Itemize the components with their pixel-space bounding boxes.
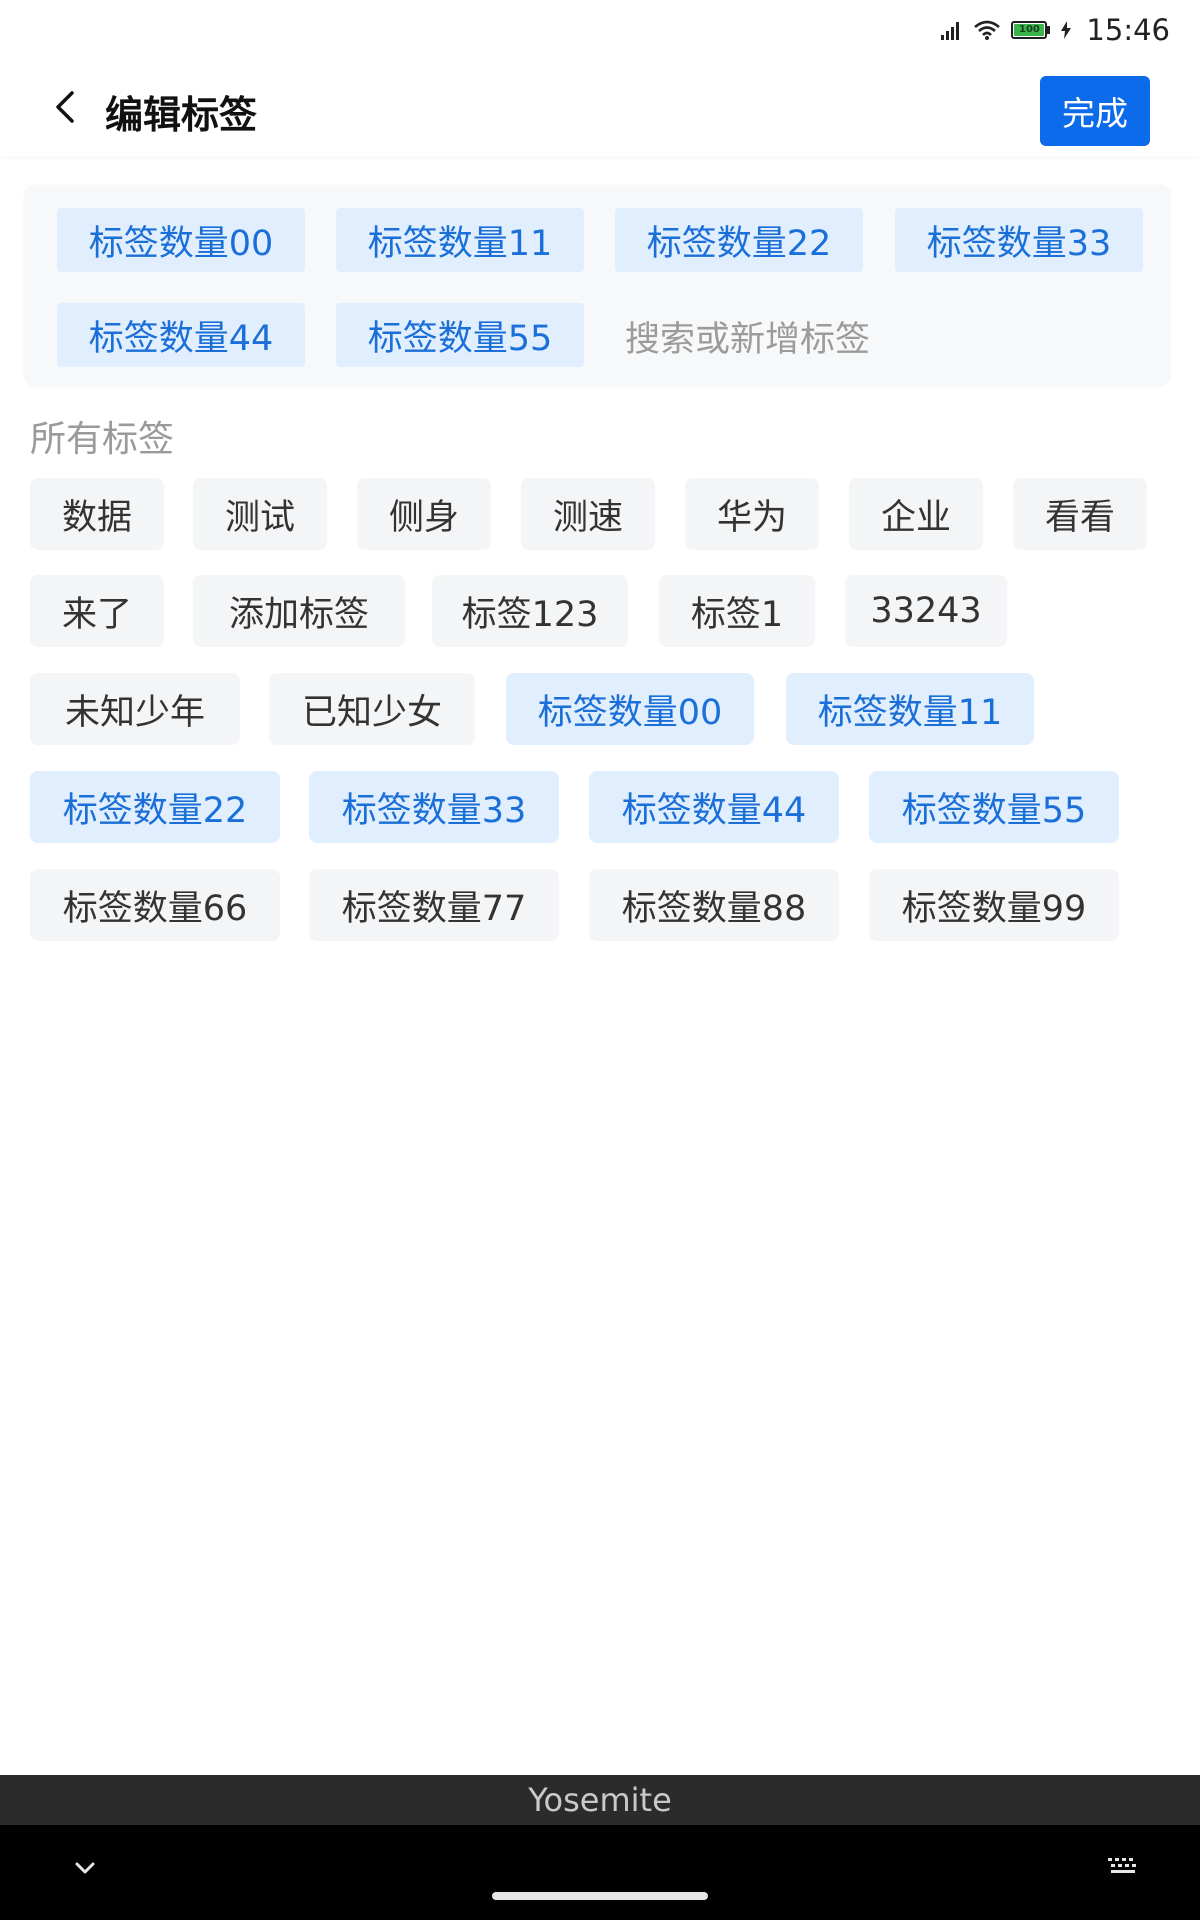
section-label-all-tags: 所有标签: [30, 419, 175, 460]
battery-level: 100: [1014, 24, 1045, 36]
tag-item[interactable]: 企业: [849, 478, 983, 550]
battery-icon: 100: [1011, 21, 1051, 39]
tag-item[interactable]: 标签1: [659, 575, 815, 647]
tag-item[interactable]: 已知少女: [269, 673, 475, 745]
status-bar: 100 15:46: [0, 0, 1200, 58]
status-icons: 100 15:46: [939, 10, 1170, 50]
signal-icon: [941, 22, 960, 40]
selected-tag[interactable]: 标签数量22: [615, 208, 863, 272]
tag-item[interactable]: 标签数量33: [309, 771, 559, 843]
tag-item[interactable]: 数据: [30, 478, 164, 550]
tag-item[interactable]: 标签数量77: [309, 869, 559, 941]
search-input[interactable]: [615, 308, 935, 372]
done-button[interactable]: 完成: [1040, 76, 1150, 146]
tag-item[interactable]: 标签数量22: [30, 771, 280, 843]
tag-item[interactable]: 侧身: [357, 478, 491, 550]
tag-item[interactable]: 标签数量44: [589, 771, 839, 843]
tag-item[interactable]: 标签数量55: [869, 771, 1119, 843]
header: 编辑标签 完成: [0, 58, 1200, 156]
tag-item[interactable]: 标签数量88: [589, 869, 839, 941]
tag-item[interactable]: 测速: [521, 478, 655, 550]
selected-tag[interactable]: 标签数量00: [57, 208, 305, 272]
tag-item[interactable]: 标签数量66: [30, 869, 280, 941]
tag-item[interactable]: 华为: [685, 478, 819, 550]
keyboard-icon[interactable]: [1106, 1855, 1140, 1877]
tag-item[interactable]: 未知少年: [30, 673, 240, 745]
back-button[interactable]: [40, 80, 90, 134]
status-time: 15:46: [1086, 13, 1170, 47]
tag-item[interactable]: 标签数量00: [506, 673, 754, 745]
chevron-left-icon: [56, 91, 74, 123]
home-indicator[interactable]: [492, 1892, 708, 1900]
tag-item[interactable]: 标签数量11: [786, 673, 1034, 745]
page-title: 编辑标签: [105, 93, 258, 137]
keyboard-suggestion[interactable]: Yosemite: [528, 1781, 672, 1819]
selected-tag[interactable]: 标签数量55: [336, 303, 584, 367]
selected-tags-panel: 标签数量00 标签数量11 标签数量22 标签数量33 标签数量44 标签数量5…: [25, 185, 1170, 385]
navigation-bar: [0, 1825, 1200, 1920]
tag-item[interactable]: 标签123: [432, 575, 628, 647]
selected-tag[interactable]: 标签数量33: [895, 208, 1143, 272]
tag-item[interactable]: 添加标签: [193, 575, 405, 647]
keyboard-suggestion-bar: Yosemite: [0, 1775, 1200, 1825]
selected-tag[interactable]: 标签数量44: [57, 303, 305, 367]
hide-keyboard-button[interactable]: [70, 1853, 100, 1883]
tag-item[interactable]: 测试: [193, 478, 327, 550]
chevron-down-icon: [75, 1862, 95, 1874]
tag-item[interactable]: 看看: [1013, 478, 1147, 550]
tag-item[interactable]: 标签数量99: [869, 869, 1119, 941]
tag-item[interactable]: 来了: [30, 575, 164, 647]
wifi-icon: [974, 20, 1001, 40]
selected-tag[interactable]: 标签数量11: [336, 208, 584, 272]
tag-item[interactable]: 33243: [845, 575, 1007, 647]
charging-icon: [1061, 21, 1072, 39]
